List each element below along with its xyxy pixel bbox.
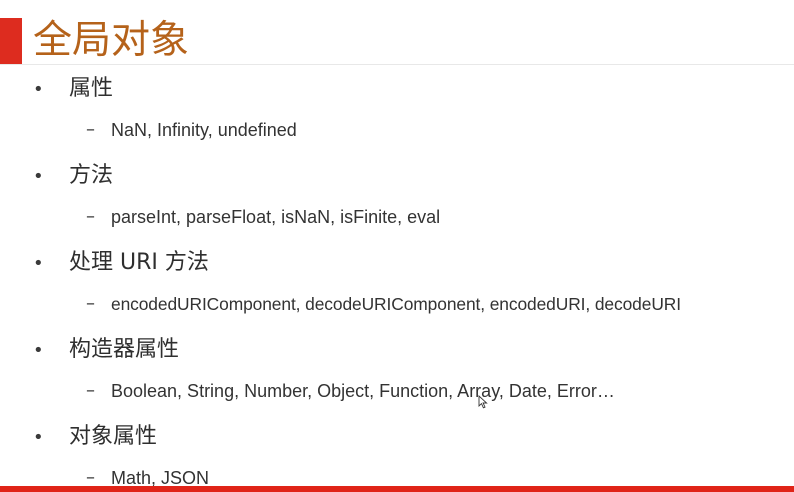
sub-bullet-marker: –	[86, 293, 95, 314]
sub-bullet-text: Boolean, String, Number, Object, Functio…	[111, 381, 615, 401]
bullet-marker: •	[33, 253, 44, 274]
sub-bullet-text: parseInt, parseFloat, isNaN, isFinite, e…	[111, 207, 441, 227]
bottom-accent-bar	[0, 486, 794, 492]
bullet-marker: •	[33, 427, 44, 448]
bullet-label: 方法	[69, 163, 114, 188]
slide: 全局对象 • 属性 – NaN, Infinity, undefined • 方…	[0, 0, 794, 492]
title-divider	[0, 64, 794, 65]
bullet-label: 构造器属性	[69, 337, 180, 362]
sub-bullet-marker: –	[86, 380, 95, 401]
bullet-label: 属性	[69, 76, 114, 101]
sub-bullet-text: NaN, Infinity, undefined	[111, 120, 297, 140]
bullet-marker: •	[33, 166, 44, 187]
bullet-marker: •	[33, 340, 44, 361]
slide-title: 全局对象	[33, 18, 190, 63]
bullet-marker: •	[33, 79, 44, 100]
bullet-label: 处理 URI 方法	[69, 250, 209, 275]
sub-bullet-marker: –	[86, 119, 95, 140]
bullet-label: 对象属性	[69, 424, 158, 449]
title-accent-bar	[0, 18, 22, 64]
mouse-pointer-icon	[478, 395, 488, 409]
sub-bullet-text: encodedURIComponent, decodeURIComponent,…	[111, 294, 681, 314]
sub-bullet-marker: –	[86, 206, 95, 227]
